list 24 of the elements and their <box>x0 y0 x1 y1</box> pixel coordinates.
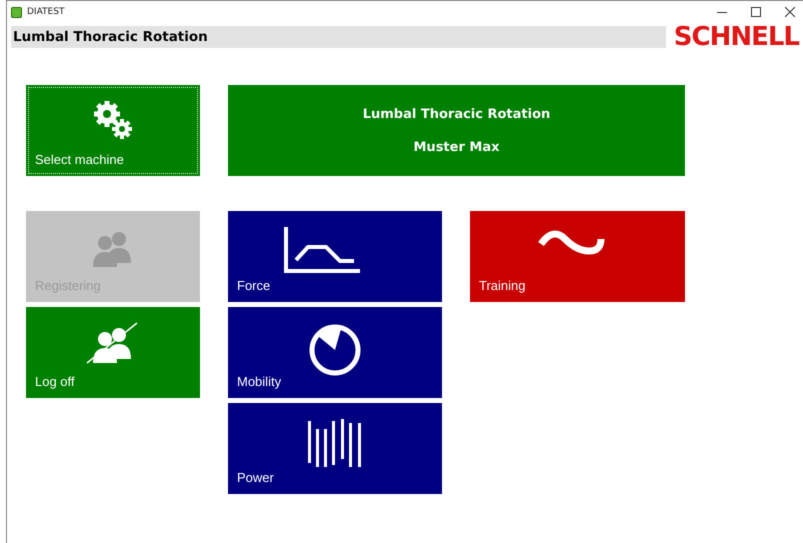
maximize-icon[interactable] <box>751 7 761 17</box>
force-tile[interactable]: Force <box>228 211 442 302</box>
machine-tile[interactable]: Select machine <box>26 85 200 176</box>
gears-icon <box>92 99 134 141</box>
page-title: Lumbal Thoracic Rotation <box>12 29 208 45</box>
logoff-tile[interactable]: Log off <box>26 307 200 398</box>
tile-label: Training <box>479 278 526 293</box>
app-icon <box>11 6 22 18</box>
bars-icon <box>306 419 362 467</box>
tile-label: Power <box>237 470 274 485</box>
banner-title: Lumbal Thoracic Rotation <box>362 106 550 122</box>
close-icon[interactable] <box>785 7 795 17</box>
force-curve-icon <box>284 227 362 273</box>
tile-label: Force <box>237 278 270 293</box>
tile-label: Log off <box>35 374 75 389</box>
tile-label: Mobility <box>237 374 282 389</box>
logo: SCHNELL <box>674 24 799 50</box>
window-title: DIATEST <box>27 7 64 17</box>
training-tile[interactable]: Training <box>470 211 685 302</box>
power-tile[interactable]: Power <box>228 403 442 494</box>
banner-subtitle: Muster Max <box>414 140 500 154</box>
mobility-tile[interactable]: Mobility <box>228 307 442 398</box>
tile-label: Select machine <box>35 152 124 167</box>
dial-icon <box>308 323 362 377</box>
